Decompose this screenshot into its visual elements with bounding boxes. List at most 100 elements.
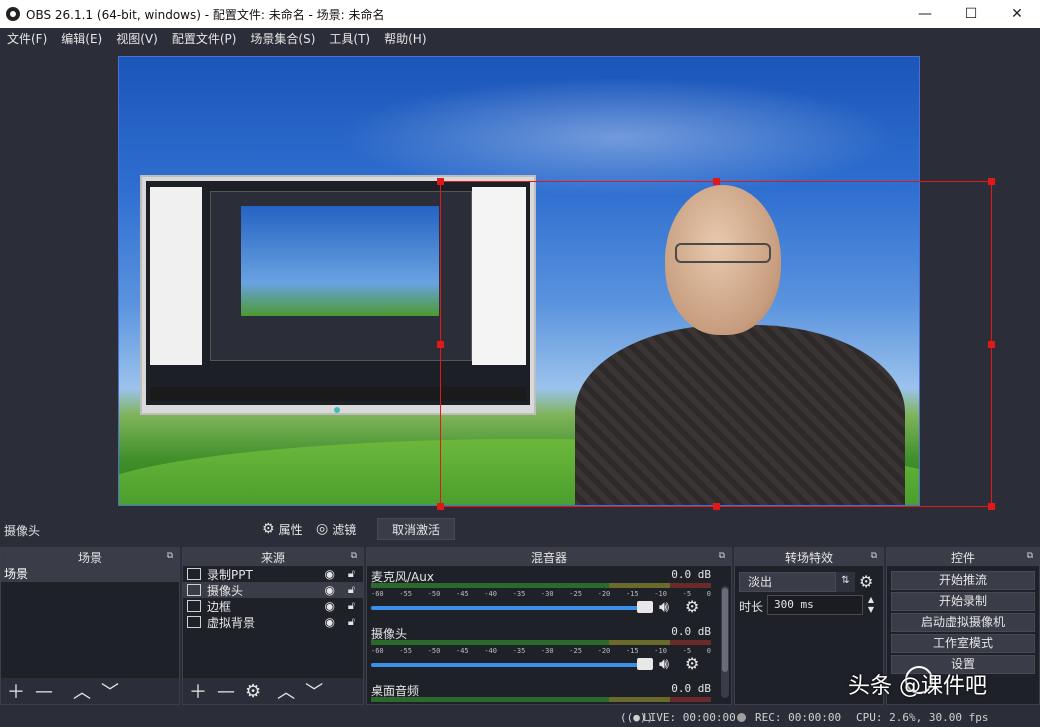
transitions-title: 转场特效 <box>784 550 833 565</box>
move-down-icon[interactable]: ﹀ <box>305 678 323 704</box>
chevron-updown-icon[interactable]: ⇅ <box>835 572 855 592</box>
move-down-icon[interactable]: ﹀ <box>101 678 119 704</box>
source-label: 录制PPT <box>207 567 253 582</box>
volume-slider-handle[interactable] <box>637 658 653 670</box>
preview-area[interactable] <box>0 48 1040 515</box>
tick-label: -30 <box>540 590 554 598</box>
source-label: 摄像头 <box>207 583 244 598</box>
minimize-button[interactable]: — <box>902 0 948 28</box>
menu-edit[interactable]: 编辑(E) <box>54 30 109 47</box>
resize-handle-top-right[interactable] <box>988 178 995 185</box>
tick-label: -15 <box>625 590 639 598</box>
source-item-screen-capture[interactable]: 录制PPT ◉ 🔓︎ <box>183 566 363 582</box>
lock-icon[interactable]: 🔓︎ <box>348 599 355 613</box>
source-item-camera[interactable]: 摄像头 ◉ 🔓︎ <box>183 582 363 598</box>
lock-icon[interactable]: 🔓︎ <box>348 583 355 597</box>
eye-icon[interactable]: ◉ <box>325 583 335 597</box>
resize-handle-top-left[interactable] <box>437 178 444 185</box>
move-up-icon[interactable]: ︿ <box>277 678 295 704</box>
window-title: OBS 26.1.1 (64-bit, windows) - 配置文件: 未命名… <box>26 7 385 22</box>
source-item-border[interactable]: 边框 ◉ 🔓︎ <box>183 598 363 614</box>
menu-tools[interactable]: 工具(T) <box>322 30 377 47</box>
watermark: 头条 @课件吧 <box>848 674 987 699</box>
resize-handle-bottom-right[interactable] <box>988 503 995 510</box>
sources-dock: 来源 ⧉ 录制PPT ◉ 🔓︎ 摄像头 ◉ 🔓︎ 边框 ◉ 🔓︎ 虚拟背景 ◉ … <box>182 547 364 705</box>
remove-icon[interactable]: — <box>35 681 53 702</box>
undock-icon[interactable]: ⧉ <box>1027 551 1033 561</box>
lock-icon[interactable]: 🔓︎ <box>348 567 355 581</box>
lock-icon[interactable]: 🔓︎ <box>348 615 355 629</box>
resize-handle-top[interactable] <box>713 178 720 185</box>
tick-label: -50 <box>427 590 441 598</box>
track-db: 0.0 dB <box>671 568 711 581</box>
duration-input[interactable]: 300 ms <box>767 595 863 615</box>
resize-handle-left[interactable] <box>437 341 444 348</box>
resize-handle-right[interactable] <box>988 341 995 348</box>
gear-icon[interactable]: ⚙ <box>685 654 699 673</box>
eye-icon[interactable]: ◉ <box>325 567 335 581</box>
move-up-icon[interactable]: ︿ <box>73 678 91 704</box>
add-icon[interactable]: ＋ <box>7 678 25 704</box>
undock-icon[interactable]: ⧉ <box>351 551 357 561</box>
properties-button[interactable]: ⚙ 属性 <box>262 518 303 540</box>
tick-label: -55 <box>399 590 412 598</box>
filters-button[interactable]: ◎ 滤镜 <box>316 518 356 540</box>
scene-item[interactable]: 场景 <box>1 566 179 582</box>
tick-label: -55 <box>399 647 412 655</box>
mixer-scrollbar[interactable] <box>721 586 729 698</box>
tick-label: -60 <box>371 647 384 655</box>
volume-slider[interactable] <box>371 606 641 610</box>
mixer-track-mic: 麦克风/Aux 0.0 dB -60 -55 -50 -45 -40 -35 -30 -25-… <box>367 566 731 623</box>
tick-label: 0 <box>706 647 711 655</box>
menu-file[interactable]: 文件(F) <box>0 30 54 47</box>
resize-handle-bottom[interactable] <box>713 503 720 510</box>
start-virtual-camera-button[interactable]: 启动虚拟摄像机 <box>891 613 1035 632</box>
duration-spinner[interactable]: ▲ ▼ <box>864 595 878 615</box>
selected-source-bounding-box[interactable] <box>437 178 995 510</box>
tick-label: -60 <box>371 590 384 598</box>
deactivate-label: 取消激活 <box>392 522 441 537</box>
gear-icon[interactable]: ⚙ <box>685 597 699 616</box>
menu-scene-collection[interactable]: 场景集合(S) <box>243 30 322 47</box>
close-button[interactable]: ✕ <box>994 0 1040 28</box>
menu-help[interactable]: 帮助(H) <box>377 30 433 47</box>
captured-obs-preview <box>241 206 439 316</box>
maximize-button[interactable]: ☐ <box>948 0 994 28</box>
status-bar: ((●)) LIVE: 00:00:00 REC: 00:00:00 CPU: … <box>0 708 1040 727</box>
add-icon[interactable]: ＋ <box>189 678 207 704</box>
source-toolbar: 摄像头 ⚙ 属性 ◎ 滤镜 取消激活 <box>0 515 1040 543</box>
live-status: LIVE: 00:00:00 <box>643 711 736 724</box>
source-label: 边框 <box>207 599 232 614</box>
start-recording-button[interactable]: 开始录制 <box>891 592 1035 611</box>
filters-label: 滤镜 <box>332 522 357 537</box>
start-streaming-button[interactable]: 开始推流 <box>891 571 1035 590</box>
sources-header: 来源 ⧉ <box>183 548 363 566</box>
speaker-icon[interactable]: 🔊︎ <box>659 597 669 617</box>
resize-handle-bottom-left[interactable] <box>437 503 444 510</box>
undock-icon[interactable]: ⧉ <box>167 551 173 561</box>
image-icon <box>187 600 201 612</box>
speaker-icon[interactable]: 🔊︎ <box>659 654 669 674</box>
transitions-header: 转场特效 ⧉ <box>735 548 883 566</box>
cpu-status: CPU: 2.6%, 30.00 fps <box>856 711 989 724</box>
source-item-virtual-background[interactable]: 虚拟背景 ◉ 🔓︎ <box>183 614 363 630</box>
eye-icon[interactable]: ◉ <box>325 599 335 613</box>
volume-slider-handle[interactable] <box>637 601 653 613</box>
undock-icon[interactable]: ⧉ <box>719 551 725 561</box>
remove-icon[interactable]: — <box>217 681 235 702</box>
eye-icon[interactable]: ◉ <box>325 615 335 629</box>
mixer-track-camera: 摄像头 0.0 dB -60 -55 -50 -45 -40 -35 -30 -25 -20 -1… <box>367 623 731 680</box>
menu-profile[interactable]: 配置文件(P) <box>165 30 244 47</box>
undock-icon[interactable]: ⧉ <box>871 551 877 561</box>
deactivate-button[interactable]: 取消激活 <box>377 518 456 540</box>
volume-slider[interactable] <box>371 663 641 667</box>
volume-meter <box>371 640 711 645</box>
controls-header: 控件 ⧉ <box>887 548 1039 566</box>
gear-icon[interactable]: ⚙ <box>245 681 261 702</box>
gear-icon[interactable]: ⚙ <box>859 572 873 591</box>
sources-footer: ＋ — ⚙ ︿ ﹀ <box>183 678 363 704</box>
studio-mode-button[interactable]: 工作室模式 <box>891 634 1035 653</box>
menu-view[interactable]: 视图(V) <box>109 30 165 47</box>
tick-label: -45 <box>455 647 469 655</box>
source-label: 虚拟背景 <box>207 615 256 630</box>
